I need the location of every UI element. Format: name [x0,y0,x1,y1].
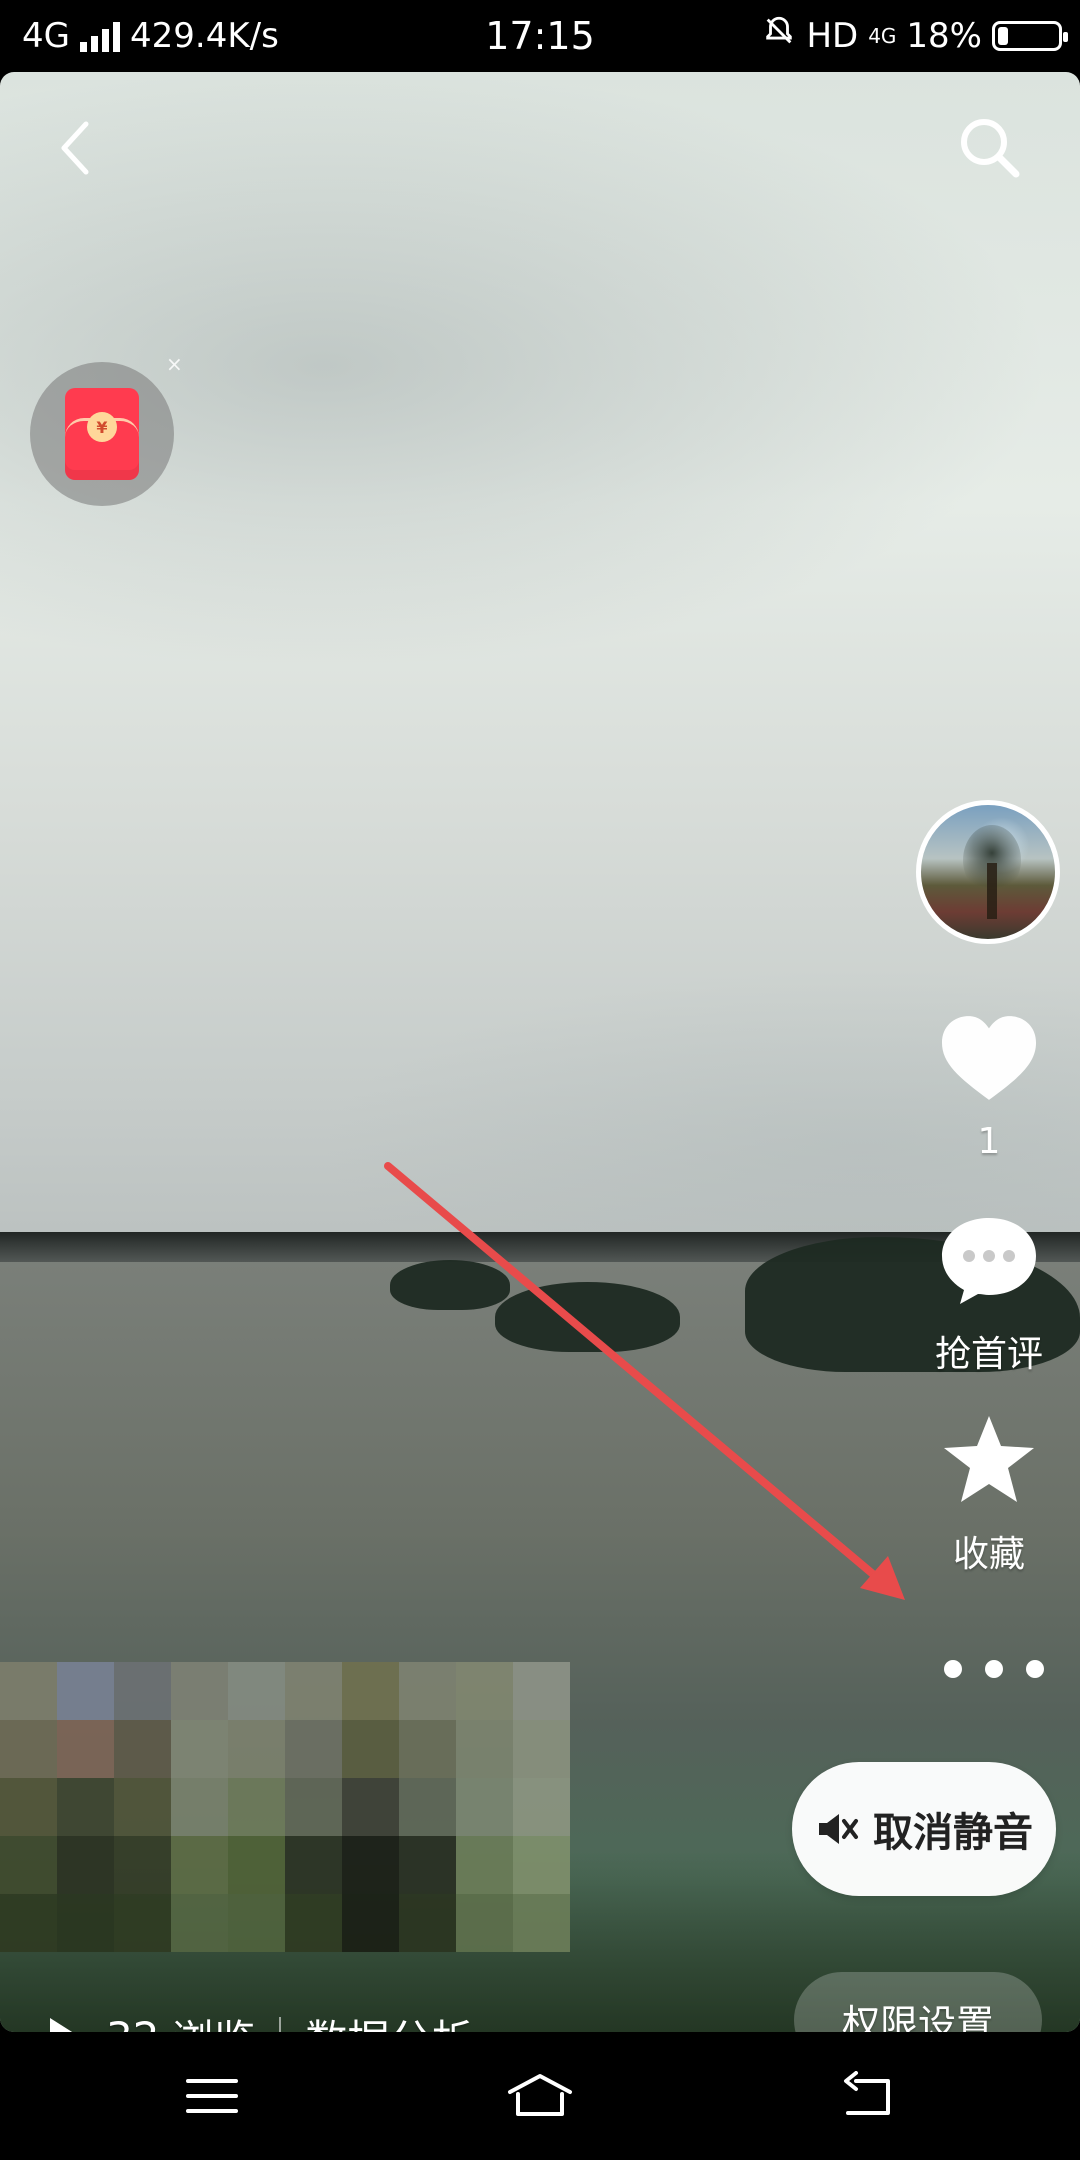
views-count: 32 [106,2013,159,2033]
author-avatar[interactable] [916,800,1060,944]
muted-speaker-icon [819,1814,858,1844]
red-packet-close-icon[interactable]: × [166,352,183,376]
favorite-label: 收藏 [952,1534,1025,1575]
status-right: HD 4G 18% [762,14,1068,57]
video-player[interactable]: ¥ × 1 抢首评 收藏 取消静音 权限设置 [0,72,1080,2032]
home-icon [508,2074,572,2116]
comment-label: 抢首评 [934,1334,1043,1375]
video-island [390,1260,510,1310]
more-icon [1026,1660,1044,1678]
views-info: 32 浏览 [106,2007,255,2033]
views-label: 浏览 [171,2007,255,2033]
analytics-link[interactable]: 数据分析 [305,2007,473,2033]
status-bar: 4G 429.4K/s 17:15 HD 4G 18% [0,0,1080,72]
divider [279,2017,282,2032]
comment-icon [942,1218,1036,1304]
return-icon [844,2071,890,2115]
system-navigation-bar [0,2032,1080,2160]
network-small: 4G [868,23,897,48]
search-icon [961,119,1020,178]
unmute-label: 取消静音 [873,1810,1033,1856]
back-button[interactable] [36,108,116,188]
pixelated-caption [0,1662,570,1952]
more-button[interactable] [944,1654,1044,1684]
like-count: 1 [977,1121,1001,1162]
permission-settings-button[interactable]: 权限设置 [794,1972,1042,2032]
more-icon [944,1660,962,1678]
home-button[interactable] [492,2060,588,2132]
battery-percent: 18% [906,15,982,56]
menu-icon [186,2079,238,2113]
heart-icon [941,1016,1037,1100]
like-button[interactable]: 1 [924,1012,1054,1162]
red-packet-button[interactable]: ¥ [30,362,174,506]
more-icon [985,1660,1003,1678]
menu-button[interactable] [164,2060,260,2132]
play-icon [50,2018,73,2032]
back-icon [61,121,89,175]
coin-icon: ¥ [87,412,117,442]
avatar-image [987,863,997,919]
do-not-disturb-icon [762,14,796,57]
red-packet-icon: ¥ [65,388,139,480]
favorite-button[interactable]: 收藏 [924,1412,1054,1577]
unmute-button[interactable]: 取消静音 [792,1762,1056,1896]
comment-button[interactable]: 抢首评 [924,1212,1054,1377]
battery-icon [992,20,1068,51]
search-button[interactable] [950,108,1030,188]
video-island [495,1282,680,1352]
return-button[interactable] [820,2060,916,2132]
hd-indicator: HD [806,15,859,56]
star-icon [944,1416,1034,1502]
